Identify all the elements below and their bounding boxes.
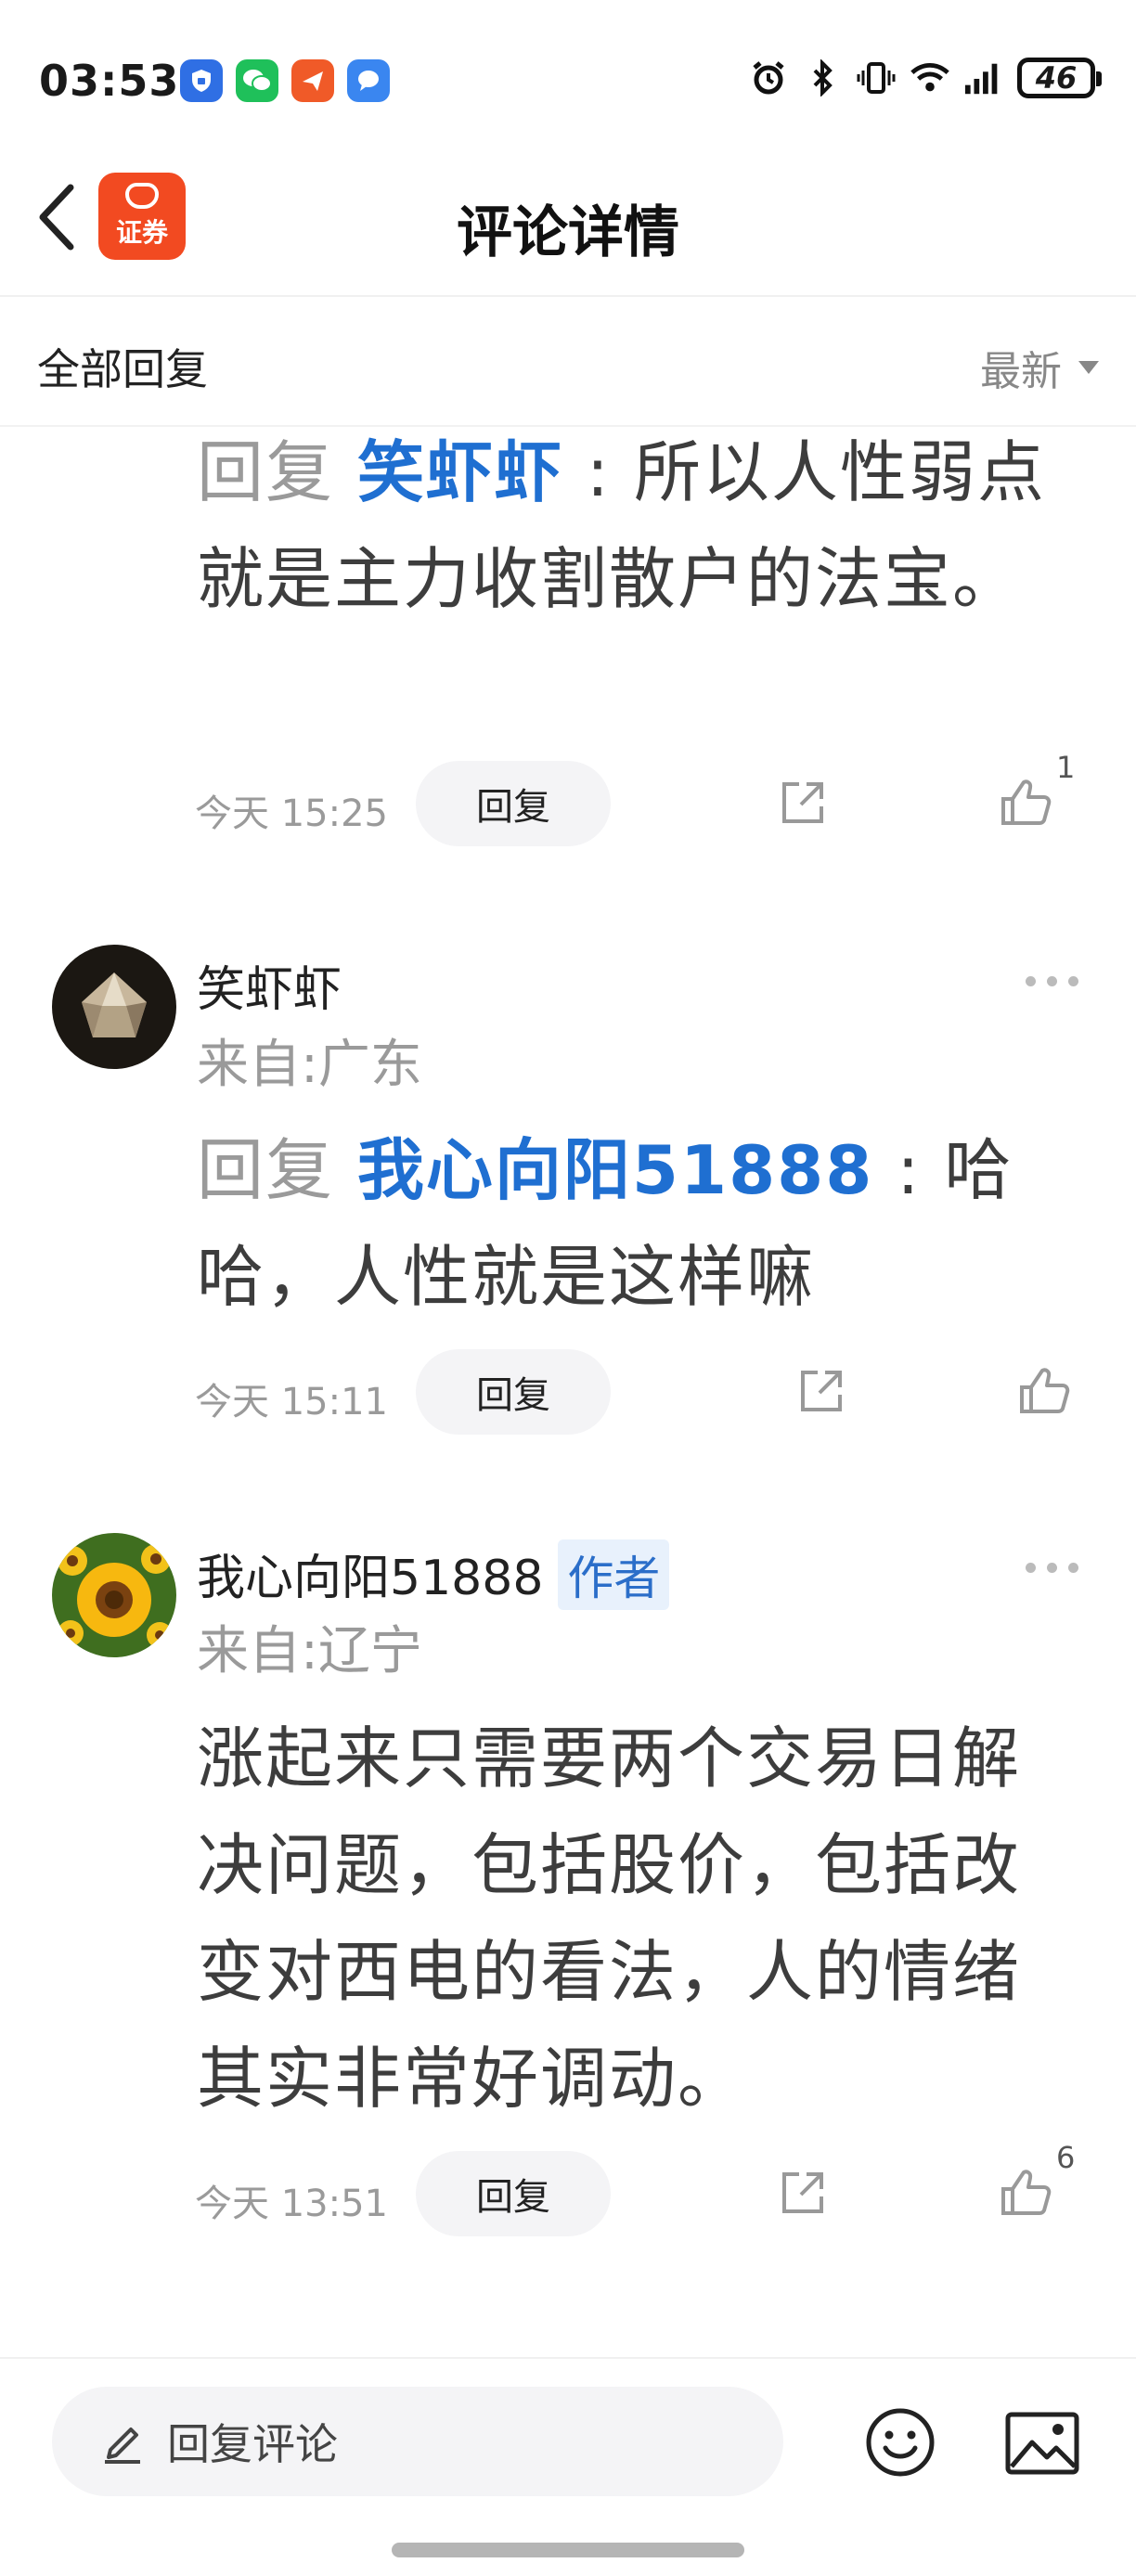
bottom-bar: 回复评论 [0,2357,1136,2576]
more-options-button[interactable] [1026,1563,1078,1573]
like-count: 1 [1056,750,1076,785]
location: 来自:广东 [197,1035,422,1095]
more-options-button[interactable] [1026,976,1078,986]
like-count: 6 [1056,2140,1076,2175]
dot-icon [1026,1563,1036,1573]
home-indicator[interactable] [392,2543,744,2557]
username-text[interactable]: 我心向阳51888 [197,1551,543,1606]
comment-body: 回复 我心向阳51888 : 哈哈，人性就是这样嘛 [197,1117,1051,1331]
reply-button[interactable]: 回复 [416,761,611,846]
reply-target-link[interactable]: 我心向阳51888 [357,1131,874,1209]
page-title: 评论详情 [457,200,679,265]
reply-target-link[interactable]: 笑虾虾 [357,433,563,511]
dot-icon [1068,1563,1078,1573]
dot-icon [1047,1563,1057,1573]
signal-icon [963,58,1004,98]
comment-text: 涨起来只需要两个交易日解决问题，包括股价，包括改变对西电的看法，人的情绪其实非常… [197,1719,1022,2118]
avatar[interactable] [52,1533,176,1657]
wechat-icon [236,59,278,102]
image-icon[interactable] [1004,2411,1080,2476]
reply-button[interactable]: 回复 [416,2151,611,2236]
reply-input[interactable]: 回复评论 [52,2387,783,2496]
filter-bar: 全部回复 最新 [0,297,1136,427]
comment-time: 今天 15:25 [195,792,388,835]
battery-indicator: 46 [1017,58,1102,98]
reply-prefix: 回复 [197,433,357,511]
comment-time: 今天 15:11 [195,1381,388,1423]
notification-icons [180,59,390,102]
header: 证券 评论详情 [0,139,1136,297]
paper-plane-app-icon [291,59,334,102]
alarm-icon [748,58,789,98]
author-badge: 作者 [558,1539,670,1610]
status-bar: 03:53 46 [0,0,1136,139]
location: 来自:辽宁 [197,1621,422,1681]
sort-label: 最新 [980,348,1062,395]
dot-icon [1026,976,1036,986]
comment-body: 回复 笑虾虾 : 所以人性弱点就是主力收割散户的法宝。 [197,419,1051,633]
comment-meta: 今天 15:25 回复 1 [0,750,1136,846]
bluetooth-icon [802,58,843,98]
vibrate-icon [856,58,897,98]
sort-dropdown[interactable]: 最新 [980,338,1099,397]
dot-icon [1047,976,1057,986]
avatar[interactable] [52,945,176,1069]
status-time: 03:53 [39,56,180,106]
thumbs-up-icon[interactable] [995,2162,1056,2223]
reply-input-placeholder: 回复评论 [167,2419,338,2469]
comment-meta: 今天 15:11 回复 [0,1349,1136,1435]
caret-down-icon [1078,361,1099,374]
all-replies-label: 全部回复 [37,344,208,394]
share-icon[interactable] [772,772,833,833]
username[interactable]: 笑虾虾 [197,950,342,1020]
username[interactable]: 我心向阳51888 作者 [197,1539,670,1610]
dot-icon [1068,976,1078,986]
chat-bubble-app-icon [347,59,390,102]
thumbs-up-icon[interactable] [1013,1360,1075,1422]
share-icon[interactable] [791,1360,852,1422]
status-right: 46 [748,58,1102,98]
comment-body: 涨起来只需要两个交易日解决问题，包括股价，包括改变对西电的看法，人的情绪其实非常… [197,1706,1051,2132]
thumbs-up-icon[interactable] [995,772,1056,833]
share-icon[interactable] [772,2162,833,2223]
comment-meta: 今天 13:51 回复 6 [0,2140,1136,2236]
pencil-icon [97,2415,148,2467]
wifi-icon [910,58,950,98]
reply-prefix: 回复 [197,1131,357,1209]
emoji-icon[interactable] [863,2405,937,2479]
shield-app-icon [180,59,223,102]
comment-time: 今天 13:51 [195,2183,388,2225]
reply-button[interactable]: 回复 [416,1349,611,1435]
